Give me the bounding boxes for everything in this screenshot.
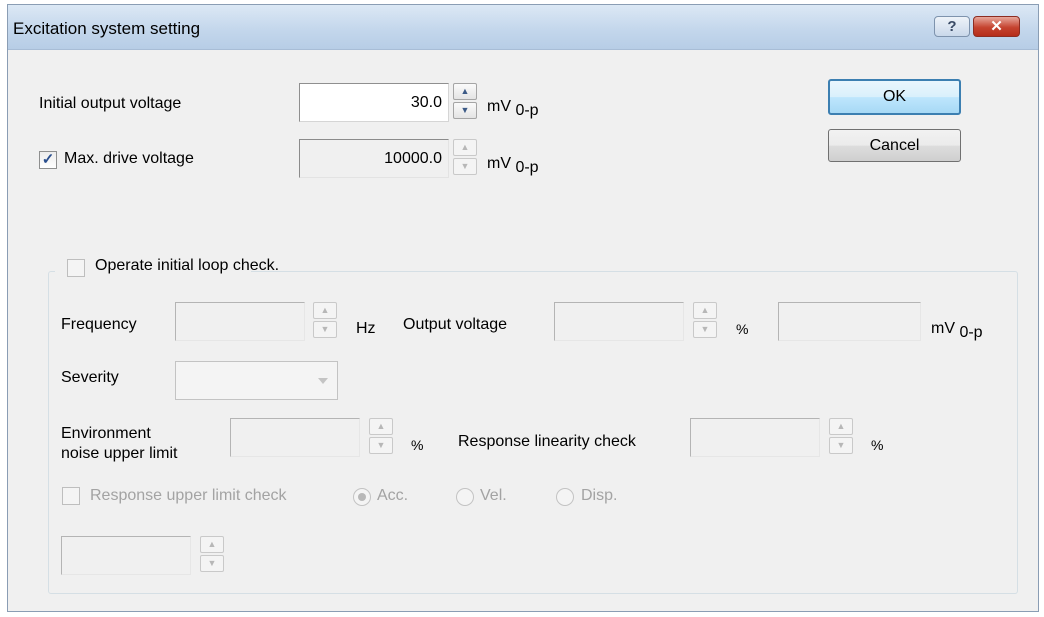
frequency-input[interactable] bbox=[175, 302, 305, 341]
output-voltage-spinner[interactable]: ▲ ▼ bbox=[693, 302, 717, 338]
spin-down-icon[interactable]: ▼ bbox=[453, 102, 477, 119]
response-upper-limit-label: Response upper limit check bbox=[90, 487, 287, 504]
radio-acc-label: Acc. bbox=[377, 487, 409, 504]
spin-down-icon[interactable]: ▼ bbox=[313, 321, 337, 338]
response-upper-limit-checkbox[interactable] bbox=[62, 487, 80, 505]
spin-up-icon[interactable]: ▲ bbox=[313, 302, 337, 319]
response-linearity-unit: % bbox=[871, 437, 884, 453]
close-icon[interactable]: ✕ bbox=[973, 16, 1020, 37]
spin-down-icon[interactable]: ▼ bbox=[200, 555, 224, 572]
spin-up-icon[interactable]: ▲ bbox=[453, 139, 477, 156]
initial-output-voltage-spinner[interactable]: ▲ ▼ bbox=[453, 83, 477, 119]
spin-up-icon[interactable]: ▲ bbox=[829, 418, 853, 435]
loop-check-label: Operate initial loop check. bbox=[95, 257, 280, 274]
spin-up-icon[interactable]: ▲ bbox=[369, 418, 393, 435]
unit-sub-text: 0-p bbox=[515, 159, 539, 176]
spin-down-icon[interactable]: ▼ bbox=[369, 437, 393, 454]
max-drive-voltage-checkbox[interactable]: ✓ bbox=[39, 151, 57, 169]
frequency-spinner[interactable]: ▲ ▼ bbox=[313, 302, 337, 338]
radio-vel[interactable] bbox=[456, 488, 474, 506]
output-voltage-mv-input[interactable] bbox=[778, 302, 921, 341]
loop-check-checkbox[interactable] bbox=[67, 259, 85, 277]
cancel-button[interactable]: Cancel bbox=[828, 129, 961, 162]
output-voltage-label: Output voltage bbox=[403, 316, 508, 333]
max-drive-voltage-input[interactable]: 10000.0 bbox=[299, 139, 449, 178]
initial-output-voltage-input[interactable]: 30.0 bbox=[299, 83, 449, 122]
environment-noise-unit: % bbox=[411, 437, 424, 453]
max-drive-voltage-unit: mV 0-p bbox=[487, 155, 539, 176]
window-title: Excitation system setting bbox=[13, 19, 201, 38]
response-upper-limit-spinner[interactable]: ▲ ▼ bbox=[200, 536, 224, 572]
environment-noise-spinner[interactable]: ▲ ▼ bbox=[369, 418, 393, 454]
radio-disp[interactable] bbox=[556, 488, 574, 506]
loop-check-header: Operate initial loop check. bbox=[55, 254, 279, 282]
radio-disp-label: Disp. bbox=[581, 487, 618, 504]
ok-button[interactable]: OK bbox=[828, 79, 961, 115]
output-voltage-mv-unit: mV 0-p bbox=[931, 320, 983, 341]
severity-dropdown[interactable] bbox=[175, 361, 338, 400]
max-drive-voltage-spinner[interactable]: ▲ ▼ bbox=[453, 139, 477, 175]
frequency-unit: Hz bbox=[356, 320, 376, 337]
unit-text: mV bbox=[487, 155, 511, 172]
spin-up-icon[interactable]: ▲ bbox=[453, 83, 477, 100]
response-upper-limit-input[interactable] bbox=[61, 536, 191, 575]
spin-up-icon[interactable]: ▲ bbox=[693, 302, 717, 319]
output-voltage-input[interactable] bbox=[554, 302, 684, 341]
unit-sub-text: 0-p bbox=[515, 102, 539, 119]
spin-down-icon[interactable]: ▼ bbox=[693, 321, 717, 338]
response-linearity-spinner[interactable]: ▲ ▼ bbox=[829, 418, 853, 454]
unit-text: mV bbox=[931, 320, 955, 337]
environment-noise-label: Environment noise upper limit bbox=[61, 424, 178, 464]
environment-noise-input[interactable] bbox=[230, 418, 360, 457]
frequency-label: Frequency bbox=[61, 316, 137, 333]
spin-down-icon[interactable]: ▼ bbox=[829, 437, 853, 454]
output-voltage-percent-unit: % bbox=[736, 321, 749, 337]
environment-noise-label-line1: Environment bbox=[61, 425, 151, 442]
environment-noise-label-line2: noise upper limit bbox=[61, 445, 178, 462]
radio-vel-label: Vel. bbox=[480, 487, 507, 504]
initial-output-voltage-unit: mV 0-p bbox=[487, 98, 539, 119]
title-bar: Excitation system setting ? ✕ bbox=[8, 5, 1038, 50]
response-linearity-input[interactable] bbox=[690, 418, 820, 457]
initial-output-voltage-label: Initial output voltage bbox=[39, 95, 182, 112]
unit-text: mV bbox=[487, 98, 511, 115]
help-icon[interactable]: ? bbox=[934, 16, 970, 37]
response-linearity-label: Response linearity check bbox=[458, 433, 636, 450]
spin-down-icon[interactable]: ▼ bbox=[453, 158, 477, 175]
radio-acc[interactable] bbox=[353, 488, 371, 506]
spin-up-icon[interactable]: ▲ bbox=[200, 536, 224, 553]
unit-sub-text: 0-p bbox=[959, 324, 983, 341]
chevron-down-icon bbox=[318, 378, 328, 384]
max-drive-voltage-label: Max. drive voltage bbox=[64, 150, 194, 167]
severity-label: Severity bbox=[61, 369, 119, 386]
